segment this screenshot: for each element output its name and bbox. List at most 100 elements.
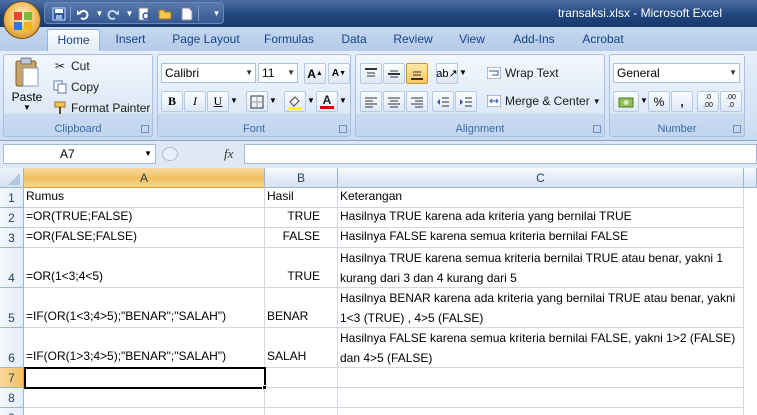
currency-button[interactable] <box>613 91 639 112</box>
underline-dropdown-icon[interactable]: ▼ <box>230 96 238 105</box>
select-all-button[interactable] <box>0 168 24 188</box>
cell-a3[interactable]: =OR(FALSE;FALSE) <box>24 228 265 248</box>
borders-dropdown-icon[interactable]: ▼ <box>269 96 277 105</box>
cell-b9[interactable] <box>265 408 338 415</box>
font-color-button[interactable]: A <box>316 91 338 112</box>
orientation-button[interactable]: ab↗ <box>436 63 458 84</box>
cell-c1[interactable]: Keterangan <box>338 188 744 208</box>
formula-input[interactable] <box>244 144 757 164</box>
format-painter-button[interactable]: Format Painter <box>52 99 150 117</box>
row-header[interactable]: 3 <box>0 228 24 248</box>
bold-button[interactable]: B <box>161 91 183 112</box>
name-box[interactable]: A7 ▼ <box>3 144 156 164</box>
row-header[interactable]: 6 <box>0 328 24 368</box>
align-left-button[interactable] <box>360 91 382 112</box>
number-launcher-icon[interactable] <box>733 125 741 133</box>
clipboard-launcher-icon[interactable] <box>141 125 149 133</box>
cell-b5[interactable]: BENAR <box>265 288 338 328</box>
shrink-font-button[interactable]: A ▼ <box>328 63 350 84</box>
decrease-decimal-button[interactable]: .00 .0 <box>720 91 742 112</box>
cell-c7[interactable] <box>338 368 744 388</box>
align-right-button[interactable] <box>406 91 428 112</box>
underline-button[interactable]: U <box>207 91 229 112</box>
tab-add-ins[interactable]: Add-Ins <box>506 29 562 51</box>
cell-b1[interactable]: Hasil <box>265 188 338 208</box>
align-middle-button[interactable] <box>383 63 405 84</box>
tab-page-layout[interactable]: Page Layout <box>166 29 246 51</box>
tab-review[interactable]: Review <box>387 29 439 51</box>
paste-button[interactable]: Paste ▼ <box>8 56 46 118</box>
alignment-launcher-icon[interactable] <box>593 125 601 133</box>
cell-a1[interactable]: Rumus <box>24 188 265 208</box>
row-header[interactable]: 4 <box>0 248 24 288</box>
cell-c8[interactable] <box>338 388 744 408</box>
increase-decimal-button[interactable]: .0 .00 <box>697 91 719 112</box>
paste-dropdown-icon[interactable]: ▼ <box>23 104 31 112</box>
formula-bar-grip-icon[interactable] <box>162 147 178 161</box>
office-button[interactable] <box>3 1 41 39</box>
increase-indent-button[interactable] <box>455 91 477 112</box>
cell-c5[interactable]: Hasilnya BENAR karena ada kriteria yang … <box>338 288 744 328</box>
font-size-combo[interactable]: 11 ▼ <box>258 63 298 83</box>
fill-color-button[interactable] <box>284 91 306 112</box>
grow-font-button[interactable]: A ▲ <box>304 63 326 84</box>
cell-c4[interactable]: Hasilnya TRUE karena semua kriteria bern… <box>338 248 744 288</box>
row-header[interactable]: 8 <box>0 388 24 408</box>
tab-home[interactable]: Home <box>47 29 100 51</box>
decrease-indent-button[interactable] <box>432 91 454 112</box>
fill-handle[interactable] <box>262 385 267 390</box>
tab-view[interactable]: View <box>451 29 493 51</box>
tab-acrobat[interactable]: Acrobat <box>574 29 632 51</box>
orientation-dropdown-icon[interactable]: ▼ <box>459 68 467 77</box>
cell-b3[interactable]: FALSE <box>265 228 338 248</box>
copy-button[interactable]: Copy <box>52 78 99 96</box>
cell-c3[interactable]: Hasilnya FALSE karena semua kriteria ber… <box>338 228 744 248</box>
cell-b7[interactable] <box>265 368 338 388</box>
row-header[interactable]: 5 <box>0 288 24 328</box>
active-cell-selection[interactable] <box>24 367 266 389</box>
wrap-text-button[interactable]: Wrap Text <box>486 64 559 82</box>
insert-function-button[interactable]: fx <box>224 146 233 162</box>
cell-b6[interactable]: SALAH <box>265 328 338 368</box>
tab-formulas[interactable]: Formulas <box>256 29 322 51</box>
borders-button[interactable] <box>246 91 268 112</box>
row-header[interactable]: 2 <box>0 208 24 228</box>
name-box-dropdown-icon[interactable]: ▼ <box>144 145 152 163</box>
cell-b2[interactable]: TRUE <box>265 208 338 228</box>
column-header-a[interactable]: A <box>24 168 265 188</box>
font-color-dropdown-icon[interactable]: ▼ <box>339 96 347 105</box>
italic-button[interactable]: I <box>184 91 206 112</box>
merge-center-dropdown-icon[interactable]: ▼ <box>593 97 601 106</box>
cell-c6[interactable]: Hasilnya FALSE karena semua kriteria ber… <box>338 328 744 368</box>
fill-color-dropdown-icon[interactable]: ▼ <box>307 96 315 105</box>
merge-center-button[interactable]: Merge & Center ▼ <box>486 92 601 110</box>
font-launcher-icon[interactable] <box>339 125 347 133</box>
cell-b4[interactable]: TRUE <box>265 248 338 288</box>
column-header-b[interactable]: B <box>265 168 338 188</box>
cell-a8[interactable] <box>24 388 265 408</box>
row-header[interactable]: 7 <box>0 368 24 388</box>
cut-button[interactable]: ✂ Cut <box>52 57 90 75</box>
cell-b8[interactable] <box>265 388 338 408</box>
tab-data[interactable]: Data <box>333 29 375 51</box>
percent-button[interactable]: % <box>648 91 670 112</box>
font-name-combo[interactable]: Calibri ▼ <box>161 63 256 83</box>
currency-dropdown-icon[interactable]: ▼ <box>640 96 648 105</box>
tab-insert[interactable]: Insert <box>104 29 157 51</box>
column-header-c[interactable]: C <box>338 168 744 188</box>
align-top-button[interactable] <box>360 63 382 84</box>
row-header[interactable]: 9 <box>0 408 24 415</box>
cell-c9[interactable] <box>338 408 744 415</box>
cell-a9[interactable] <box>24 408 265 415</box>
column-header-d[interactable] <box>744 168 757 188</box>
cell-a2[interactable]: =OR(TRUE;FALSE) <box>24 208 265 228</box>
cell-a5[interactable]: =IF(OR(1<3;4>5);"BENAR";"SALAH") <box>24 288 265 328</box>
align-center-button[interactable] <box>383 91 405 112</box>
row-header[interactable]: 1 <box>0 188 24 208</box>
align-bottom-button[interactable] <box>406 63 428 84</box>
cell-a6[interactable]: =IF(OR(1>3;4>5);"BENAR";"SALAH") <box>24 328 265 368</box>
comma-button[interactable]: , <box>671 91 693 112</box>
cell-a4[interactable]: =OR(1<3;4<5) <box>24 248 265 288</box>
number-format-combo[interactable]: General ▼ <box>613 63 740 83</box>
cell-c2[interactable]: Hasilnya TRUE karena ada kriteria yang b… <box>338 208 744 228</box>
